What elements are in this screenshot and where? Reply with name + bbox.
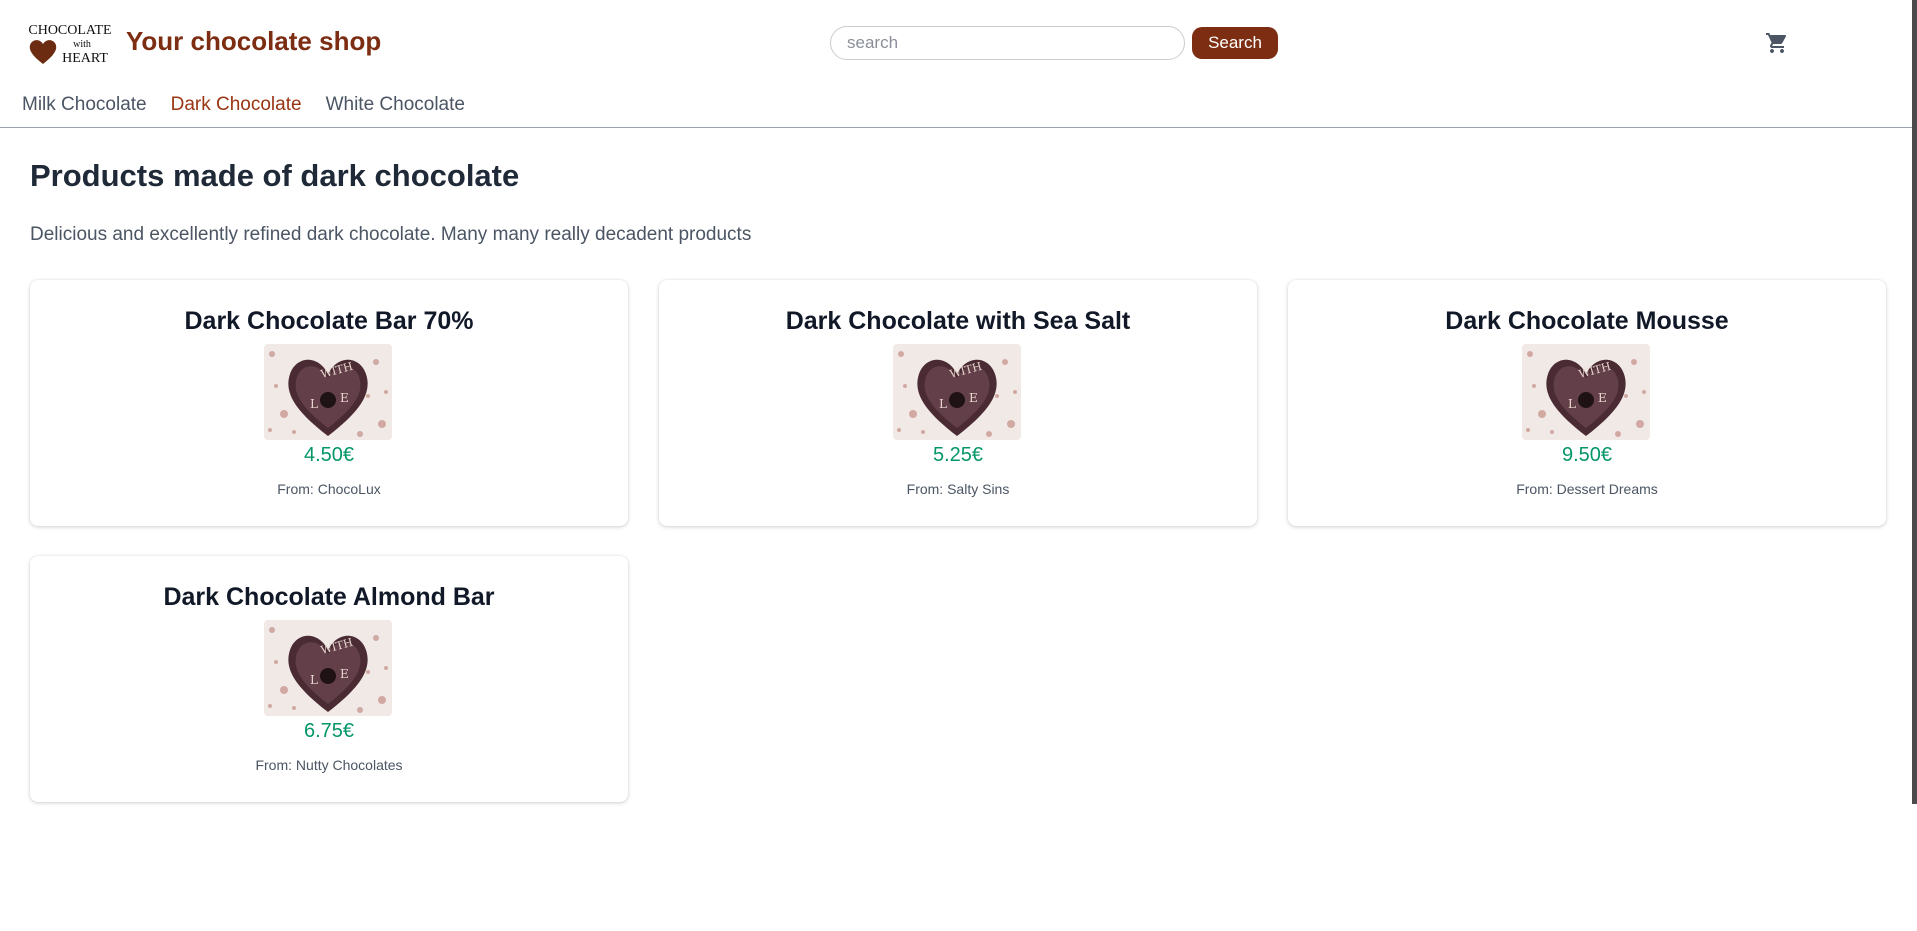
page-description: Delicious and excellently refined dark c…: [30, 224, 752, 245]
page-title: Products made of dark chocolate: [30, 158, 520, 193]
shop-title[interactable]: Your chocolate shop: [126, 26, 381, 57]
vendor-from-label: From:: [277, 481, 318, 497]
product-vendor: From: ChocoLux: [30, 481, 628, 497]
product-card[interactable]: Dark Chocolate Bar 70% WITH L E 4.50€ Fr…: [30, 280, 628, 526]
vendor-from-label: From:: [906, 481, 948, 497]
vendor-from-label: From:: [1516, 481, 1557, 497]
nav-dark-chocolate[interactable]: Dark Chocolate: [171, 94, 302, 116]
vendor-name: Salty Sins: [947, 481, 1010, 497]
svg-text:HEART: HEART: [62, 51, 108, 66]
product-card[interactable]: Dark Chocolate with Sea Salt WITH L E 5.…: [659, 280, 1257, 526]
product-name[interactable]: Dark Chocolate Almond Bar: [30, 583, 628, 612]
svg-text:E: E: [340, 667, 349, 681]
product-image[interactable]: WITH L E: [264, 344, 392, 440]
svg-text:E: E: [340, 391, 349, 405]
chocolate-with-heart-logo[interactable]: CHOCOLATE with HEART: [22, 20, 118, 68]
shopping-cart-icon[interactable]: [1765, 31, 1789, 55]
product-vendor: From: Salty Sins: [659, 481, 1257, 497]
search-button[interactable]: Search: [1192, 27, 1278, 59]
nav-milk-chocolate[interactable]: Milk Chocolate: [22, 94, 147, 116]
svg-text:CHOCOLATE: CHOCOLATE: [28, 23, 111, 38]
product-vendor: From: Dessert Dreams: [1288, 481, 1886, 497]
vendor-from-label: From:: [255, 757, 296, 773]
site-header: CHOCOLATE with HEART Your chocolate shop…: [0, 0, 1912, 128]
product-card[interactable]: Dark Chocolate Almond Bar WITH L E 6.75€…: [30, 556, 628, 802]
product-name[interactable]: Dark Chocolate Bar 70%: [30, 307, 628, 336]
product-name[interactable]: Dark Chocolate with Sea Salt: [659, 307, 1257, 336]
svg-text:L: L: [310, 397, 318, 411]
vendor-name: ChocoLux: [317, 481, 381, 497]
product-image[interactable]: WITH L E: [264, 620, 392, 716]
product-image[interactable]: WITH L E: [1522, 344, 1650, 440]
product-price: 5.25€: [932, 444, 984, 466]
vendor-name: Dessert Dreams: [1556, 481, 1658, 497]
product-card[interactable]: Dark Chocolate Mousse WITH L E 9.50€ Fro…: [1288, 280, 1886, 526]
svg-text:E: E: [969, 391, 978, 405]
search-bar: Search: [830, 26, 1278, 60]
svg-text:E: E: [1598, 391, 1607, 405]
product-price: 6.75€: [303, 720, 355, 742]
search-input[interactable]: [830, 26, 1185, 60]
product-name[interactable]: Dark Chocolate Mousse: [1288, 307, 1886, 336]
scrollbar[interactable]: [1912, 0, 1917, 804]
svg-text:L: L: [939, 397, 947, 411]
category-nav: Milk Chocolate Dark Chocolate White Choc…: [22, 94, 465, 116]
svg-text:L: L: [310, 673, 318, 687]
product-image[interactable]: WITH L E: [893, 344, 1021, 440]
svg-text:L: L: [1568, 397, 1576, 411]
nav-white-chocolate[interactable]: White Chocolate: [326, 94, 465, 116]
svg-text:with: with: [73, 39, 91, 50]
vendor-name: Nutty Chocolates: [295, 757, 403, 773]
product-price: 4.50€: [303, 444, 355, 466]
product-price: 9.50€: [1561, 444, 1613, 466]
product-vendor: From: Nutty Chocolates: [30, 757, 628, 773]
